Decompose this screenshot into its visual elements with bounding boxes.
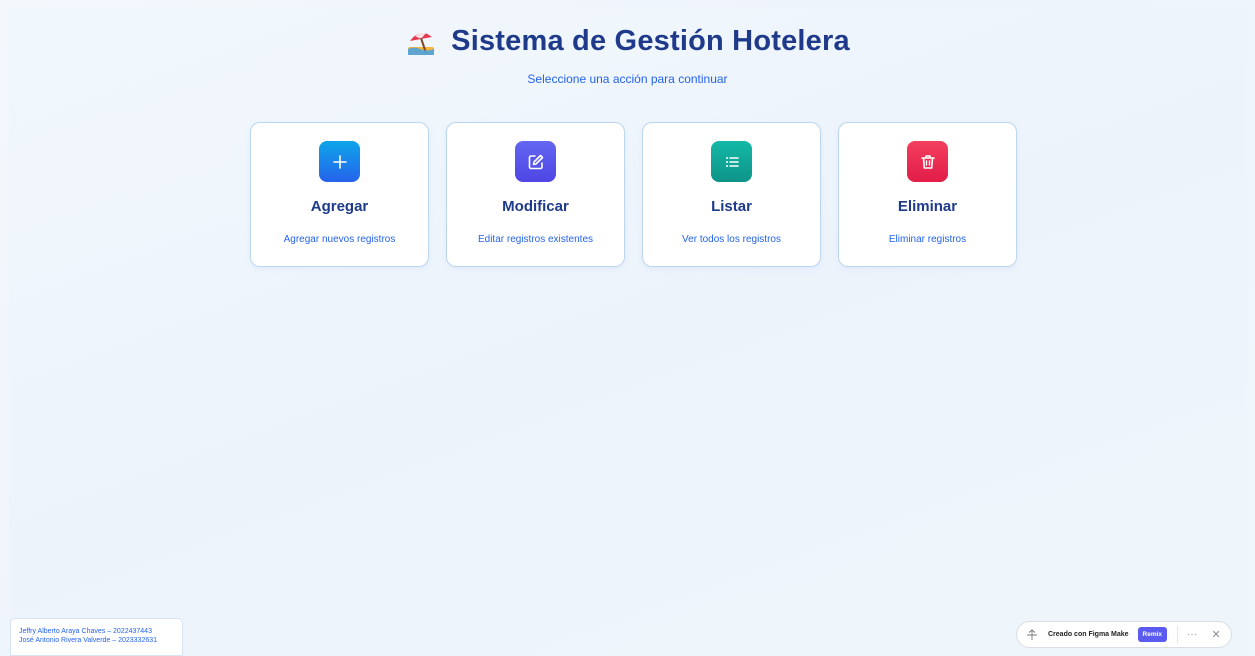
figma-badge-text: Creado con Figma Make	[1048, 631, 1129, 638]
edit-card[interactable]: Modificar Editar registros existentes	[446, 122, 625, 267]
beach-umbrella-icon	[405, 26, 437, 58]
action-cards: Agregar Agregar nuevos registros Modific…	[250, 122, 1017, 267]
page-title: Sistema de Gestión Hotelera	[451, 25, 850, 57]
list-card[interactable]: Listar Ver todos los registros	[642, 122, 821, 267]
plus-icon	[319, 141, 360, 182]
edit-card-description: Editar registros existentes	[477, 234, 594, 245]
add-card-description: Agregar nuevos registros	[283, 234, 396, 245]
remix-button[interactable]: Remix	[1137, 627, 1168, 642]
credit-line-1: Jeffry Alberto Araya Chaves – 2022437443	[19, 628, 152, 635]
badge-divider	[1177, 625, 1179, 644]
app-frame	[9, 8, 1247, 656]
credits-box: Jeffry Alberto Araya Chaves – 2022437443…	[10, 618, 183, 656]
list-card-title: Listar	[711, 198, 752, 215]
delete-card[interactable]: Eliminar Eliminar registros	[838, 122, 1017, 267]
list-card-description: Ver todos los registros	[682, 234, 781, 245]
list-icon	[711, 141, 752, 182]
delete-card-description: Eliminar registros	[888, 234, 967, 245]
trash-icon	[907, 141, 948, 182]
edit-card-title: Modificar	[502, 198, 569, 215]
header: Sistema de Gestión Hotelera Seleccione u…	[0, 25, 1255, 86]
page-subtitle: Seleccione una acción para continuar	[527, 71, 728, 86]
edit-icon	[515, 141, 556, 182]
close-icon[interactable]: ✕	[1208, 628, 1224, 641]
ellipsis-icon[interactable]: ···	[1184, 629, 1200, 640]
delete-card-title: Eliminar	[897, 198, 958, 215]
figma-make-icon	[1027, 628, 1037, 640]
add-card[interactable]: Agregar Agregar nuevos registros	[250, 122, 429, 267]
figma-make-badge[interactable]: Creado con Figma Make Remix ··· ✕	[1016, 621, 1232, 648]
add-card-title: Agregar	[310, 198, 369, 215]
credit-line-2: José Antonio Rivera Valverde – 202333263…	[19, 637, 158, 644]
title-row: Sistema de Gestión Hotelera	[405, 25, 850, 58]
